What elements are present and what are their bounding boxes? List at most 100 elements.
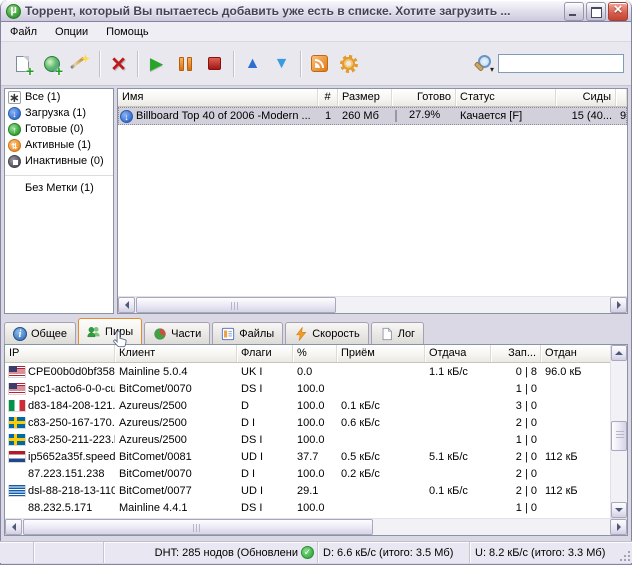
torrent-list-hscrollbar[interactable]	[118, 296, 627, 313]
tab-files[interactable]: Файлы	[212, 322, 283, 344]
peer-row[interactable]: ip5652a35f.speed.... BitComet/0081 UD I …	[5, 448, 627, 465]
peers-hscrollbar[interactable]	[5, 518, 627, 535]
move-down-button[interactable]: ▼	[267, 50, 296, 77]
sidebar-separator	[5, 175, 113, 176]
tab-peers[interactable]: Пиры	[78, 318, 142, 344]
scroll-down-button[interactable]	[611, 502, 627, 518]
start-button[interactable]: ▶	[142, 50, 171, 77]
remove-button[interactable]: ×	[104, 50, 133, 77]
maximize-button[interactable]	[586, 2, 606, 21]
peer-row[interactable]: spc1-acto6-0-0-cus... BitComet/0070 DS I…	[5, 380, 627, 397]
column-header-percent[interactable]: %	[293, 345, 337, 362]
toolbar-separator	[137, 51, 138, 77]
peer-ip-cell: d83-184-208-121.c...	[5, 400, 115, 412]
torrent-status: Качается [F]	[456, 110, 556, 122]
create-torrent-button[interactable]	[66, 50, 95, 77]
peer-percent: 100.0	[293, 417, 337, 429]
peer-ip: 88.232.5.171	[28, 502, 92, 514]
peer-row[interactable]: 87.223.151.238 BitComet/0070 D I 100.0 0…	[5, 465, 627, 482]
column-header-size[interactable]: Размер	[338, 89, 392, 106]
scroll-up-button[interactable]	[611, 345, 627, 361]
pause-button[interactable]	[171, 50, 200, 77]
speed-lightning-icon	[294, 327, 308, 341]
peer-percent: 100.0	[293, 400, 337, 412]
hscroll-thumb[interactable]	[23, 519, 373, 535]
column-header-up[interactable]: Отдача	[425, 345, 491, 362]
peer-row[interactable]: c83-250-211-223.b... Azureus/2500 DS I 1…	[5, 431, 627, 448]
peer-up-rate: 5.1 кБ/с	[425, 451, 491, 463]
column-header-flags[interactable]: Флаги	[237, 345, 293, 362]
torrent-order: 1	[318, 110, 338, 122]
menu-options[interactable]: Опции	[46, 24, 97, 40]
column-header-order[interactable]: #	[318, 89, 338, 106]
peer-row[interactable]: CPE00b0d0bf3586-... Mainline 5.0.4 UK I …	[5, 363, 627, 380]
column-header-status[interactable]: Статус	[456, 89, 556, 106]
menu-help[interactable]: Помощь	[97, 24, 158, 40]
window-title: Торрент, который Вы пытаетесь добавить у…	[25, 4, 562, 18]
statusbar-section	[34, 542, 104, 563]
peers-vscrollbar[interactable]	[610, 345, 627, 518]
search-input[interactable]	[498, 54, 624, 73]
title-bar[interactable]: Торрент, который Вы пытаетесь добавить у…	[0, 0, 632, 22]
stop-button[interactable]	[200, 50, 229, 77]
scroll-left-button[interactable]	[5, 519, 22, 535]
scroll-right-button[interactable]	[610, 519, 627, 535]
column-header-down[interactable]: Приём	[337, 345, 425, 362]
scroll-right-button[interactable]	[610, 297, 627, 313]
rss-button[interactable]	[305, 50, 334, 77]
remove-icon: ×	[111, 54, 126, 74]
tab-log[interactable]: Лог	[371, 322, 424, 344]
column-header-done[interactable]: Готово	[392, 89, 456, 106]
sidebar-item-no-label[interactable]: Без Метки (1)	[5, 180, 113, 196]
hscroll-thumb[interactable]	[136, 297, 336, 313]
tab-pieces[interactable]: Части	[144, 322, 210, 344]
column-header-seeds[interactable]: Сиды	[556, 89, 616, 106]
statusbar-section	[0, 542, 34, 563]
column-header-name[interactable]: Имя	[118, 89, 318, 106]
peer-row[interactable]: d83-184-208-121.c... Azureus/2500 D 100.…	[5, 397, 627, 414]
peer-flags: DS I	[237, 383, 293, 395]
category-sidebar: Все (1) Загрузка (1) Готовые (0) Активны…	[4, 88, 114, 314]
downloading-icon	[8, 107, 21, 120]
settings-button[interactable]	[334, 50, 363, 77]
scroll-left-button[interactable]	[118, 297, 135, 313]
tab-general[interactable]: Общее	[4, 322, 76, 344]
column-header-ip[interactable]: IP	[5, 345, 115, 362]
column-header-reqs[interactable]: Зап...	[491, 345, 541, 362]
minimize-button[interactable]	[564, 2, 584, 21]
column-header-partial[interactable]	[616, 89, 627, 106]
peer-row[interactable]: dsl-88-218-13-110.... BitComet/0077 UD I…	[5, 482, 627, 499]
search-icon[interactable]: ▾	[472, 54, 492, 74]
peers-icon	[87, 325, 101, 339]
sidebar-item-active[interactable]: Активные (1)	[5, 137, 113, 153]
torrent-row[interactable]: Billboard Top 40 of 2006 -Modern ... 1 2…	[118, 107, 627, 125]
peer-ip: CPE00b0d0bf3586-...	[28, 366, 115, 378]
peers-panel: IP Клиент Флаги % Приём Отдача Зап... От…	[4, 344, 628, 536]
column-header-client[interactable]: Клиент	[115, 345, 237, 362]
peer-row[interactable]: c83-250-167-170.b... Azureus/2500 D I 10…	[5, 414, 627, 431]
close-button[interactable]	[608, 2, 628, 21]
resize-grip[interactable]	[618, 549, 631, 562]
download-speed-text: D: 6.6 кБ/с (итого: 3.5 Мб)	[323, 547, 453, 559]
peer-client: Azureus/2500	[115, 434, 237, 446]
peer-ip: d83-184-208-121.c...	[28, 400, 115, 412]
peer-ip-cell: 88.232.5.171	[5, 502, 115, 514]
peer-row[interactable]: 88.232.5.171 Mainline 4.4.1 DS I 100.0 1…	[5, 499, 627, 516]
upload-speed-text: U: 8.2 кБ/с (итого: 3.3 Мб)	[475, 547, 605, 559]
menu-file[interactable]: Файл	[1, 24, 46, 40]
peer-down-rate: 0.5 кБ/с	[337, 451, 425, 463]
vscroll-thumb[interactable]	[611, 421, 627, 451]
peer-client: BitComet/0077	[115, 485, 237, 497]
move-up-button[interactable]: ▲	[238, 50, 267, 77]
sidebar-item-finished[interactable]: Готовые (0)	[5, 121, 113, 137]
files-icon	[221, 327, 235, 341]
add-torrent-button[interactable]: +	[8, 50, 37, 77]
start-icon: ▶	[150, 55, 163, 72]
tab-speed[interactable]: Скорость	[285, 322, 369, 344]
add-url-button[interactable]: +	[37, 50, 66, 77]
statusbar-upload-section: U: 8.2 кБ/с (итого: 3.3 Мб)	[470, 542, 632, 563]
sidebar-item-all[interactable]: Все (1)	[5, 89, 113, 105]
sidebar-item-inactive[interactable]: Инактивные (0)	[5, 153, 113, 169]
torrent-peers-partial: 9	[616, 110, 628, 122]
sidebar-item-downloading[interactable]: Загрузка (1)	[5, 105, 113, 121]
